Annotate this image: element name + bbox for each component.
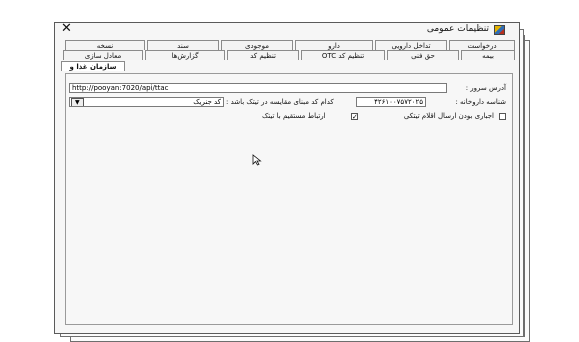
tab-equivalence[interactable]: معادل سازی — [63, 50, 143, 60]
settings-window: ✕ تنظیمات عمومی درخواست تداخل دارویی دار… — [54, 22, 520, 334]
tab-prescription[interactable]: نسخه — [65, 40, 145, 50]
server-address-label: آدرس سرور : — [465, 84, 506, 92]
tab-row-3: سازمان غذا و دارو — [59, 61, 125, 81]
chevron-down-icon[interactable]: ▼ — [71, 98, 84, 106]
tab-drug-interaction[interactable]: تداخل دارویی — [375, 40, 447, 50]
settings-panel: آدرس سرور : http://pooyan:7020/api/ttac … — [65, 73, 513, 325]
window-title: تنظیمات عمومی — [426, 24, 489, 34]
close-icon[interactable]: ✕ — [61, 22, 72, 36]
direct-link-label: ارتباط مستقیم با تیتک — [262, 112, 326, 120]
tab-document[interactable]: سند — [147, 40, 219, 50]
tab-code-settings[interactable]: تنظیم کد — [227, 50, 299, 60]
tab-food-drug-org[interactable]: سازمان غذا و دارو — [61, 61, 125, 81]
mandatory-send-checkbox[interactable] — [499, 113, 506, 120]
tab-request[interactable]: درخواست — [449, 40, 515, 50]
tab-row-1: درخواست تداخل دارویی دارو موجودی سند نسخ… — [59, 40, 515, 50]
tab-row-2: بیمه حق فنی تنظیم کد OTC تنظیم کد گزارش‌… — [59, 50, 515, 60]
compare-code-select[interactable]: کد جنریک ▼ — [69, 97, 224, 107]
tab-drug[interactable]: دارو — [295, 40, 373, 50]
direct-link-checkbox[interactable]: ✓ — [351, 113, 358, 121]
pharmacy-id-label: شناسه داروخانه : — [455, 98, 506, 106]
pharmacy-id-input[interactable]: ۴۲۶۱۰۰۷۵۷۲۰۲۵ — [356, 97, 426, 107]
mouse-pointer-icon — [252, 154, 262, 166]
app-icon — [494, 25, 505, 35]
tab-reports[interactable]: گزارش‌ها — [145, 50, 225, 60]
tab-insurance[interactable]: بیمه — [461, 50, 515, 60]
tab-otc-code[interactable]: تنظیم کد OTC — [301, 50, 385, 60]
compare-code-value: کد جنریک — [193, 98, 221, 106]
tab-inventory[interactable]: موجودی — [221, 40, 293, 50]
title-bar: ✕ تنظیمات عمومی — [55, 22, 519, 39]
tab-technical-fee[interactable]: حق فنی — [387, 50, 459, 60]
compare-code-label: کدام کد مبنای مقایسه در تیتک باشد : — [226, 98, 334, 106]
server-address-input[interactable]: http://pooyan:7020/api/ttac — [69, 83, 447, 93]
mandatory-send-label: اجباری بودن ارسال اقلام تیتکی — [403, 112, 494, 120]
